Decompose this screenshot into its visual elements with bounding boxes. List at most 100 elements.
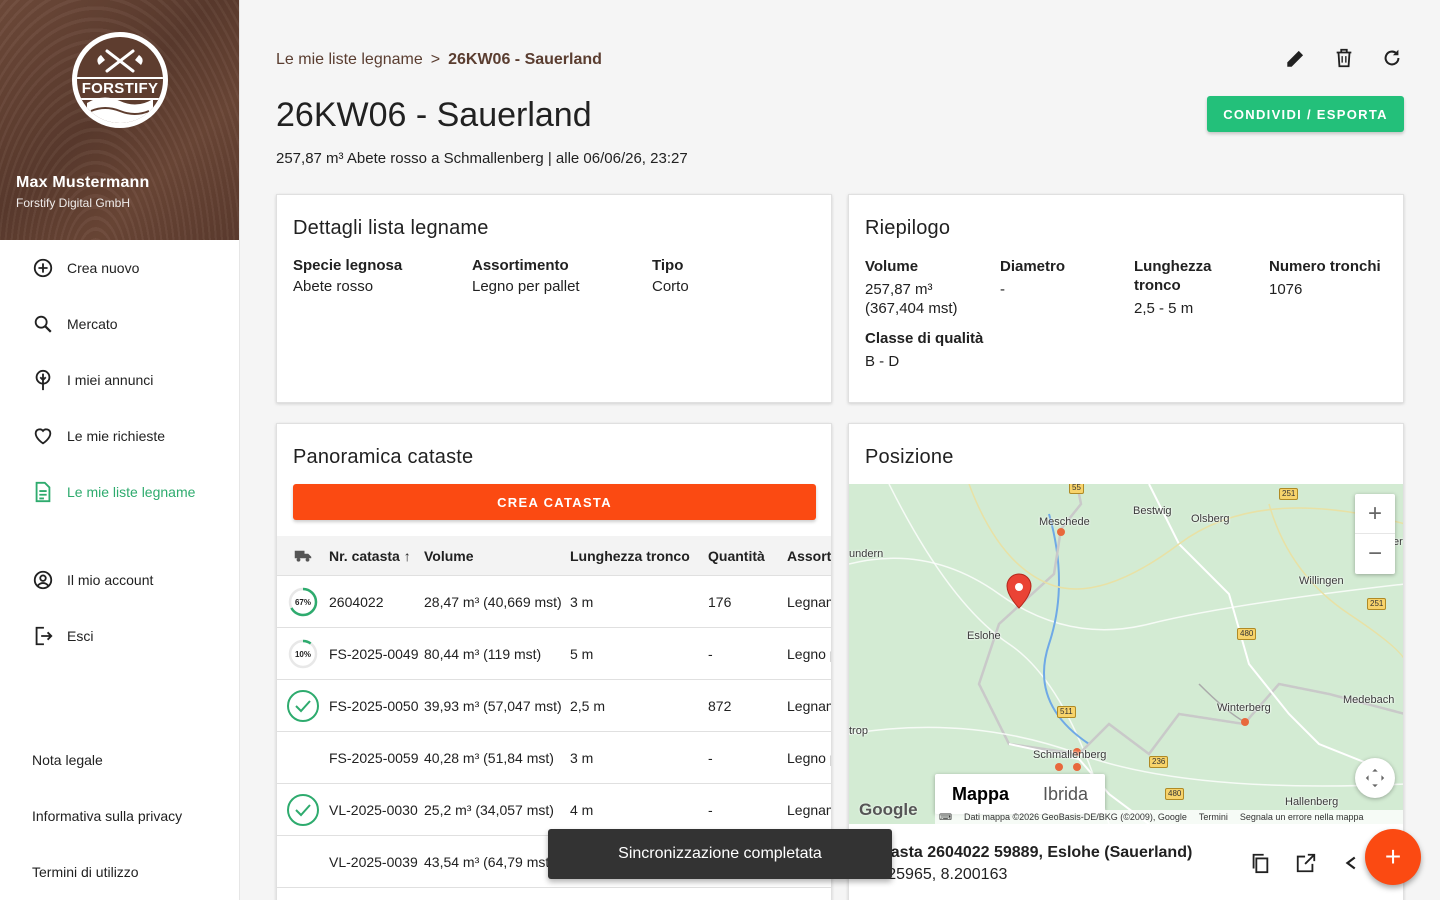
details-card: Dettagli lista legname Specie legnosa Ab… <box>276 194 832 403</box>
table-row[interactable]: FS-2025-0050 39,93 m³ (57,047 mst) 2,5 m 87… <box>277 680 831 732</box>
table-row[interactable]: 10% FS-2025-0049 80,44 m³ (119 mst) 5 m - Leg… <box>277 628 831 680</box>
field-label: Diametro <box>1000 258 1066 275</box>
pile-length: 3 m <box>570 749 594 766</box>
col-qty[interactable]: Quantità <box>708 548 787 564</box>
nav-label: Le mie liste legname <box>67 484 196 500</box>
share-icon[interactable] <box>1341 852 1363 879</box>
field-label: Volume <box>865 258 919 275</box>
field-log-count: Numero tronchi 1076 <box>1269 257 1381 299</box>
copy-icon[interactable] <box>1249 852 1271 879</box>
pile-length: 5 m <box>570 645 594 662</box>
breadcrumb-separator: > <box>430 51 441 68</box>
nav-item-esci[interactable]: Esci <box>0 608 240 664</box>
progress-ring: 67% <box>277 586 329 618</box>
check-circle-icon <box>277 689 329 723</box>
zoom-in-icon[interactable]: + <box>1355 494 1395 534</box>
table-row[interactable]: 67% 2604022 28,47 m³ (40,669 mst) 3 m 176 Leg… <box>277 576 831 628</box>
field-label: Numero tronchi <box>1269 258 1381 275</box>
road-badge: 480 <box>1165 788 1185 800</box>
add-fab-button[interactable]: + <box>1365 829 1421 885</box>
forstify-logo[interactable]: FORSTIFY <box>72 32 168 128</box>
map-type-hybrid[interactable]: Ibrida <box>1026 774 1105 814</box>
road-badge: 251 <box>1367 598 1387 610</box>
road-badge: 236 <box>1149 756 1169 768</box>
breadcrumb: Le mie liste legname > 26KW06 - Sauerlan… <box>276 51 602 69</box>
map-place: Winterberg <box>1217 702 1271 714</box>
delete-icon[interactable] <box>1332 46 1356 70</box>
map-type-toggle: Mappa Ibrida <box>935 774 1106 814</box>
logout-icon <box>31 624 55 648</box>
field-value: B - D <box>865 353 900 370</box>
address-actions <box>1249 852 1363 879</box>
col-nr[interactable]: Nr. catasta ↑ <box>329 548 424 564</box>
add-circle-icon <box>31 256 55 280</box>
table-row[interactable]: FS-2025-0059 40,28 m³ (51,84 mst) 3 m - Legn… <box>277 732 831 784</box>
nav-label: Crea nuovo <box>67 260 140 276</box>
pile-nr: VL-2025-0039 <box>329 853 418 870</box>
field-quality: Classe di qualità B - D <box>865 329 983 371</box>
zoom-out-icon[interactable]: − <box>1355 534 1395 574</box>
col-volume[interactable]: Volume <box>424 548 570 564</box>
fullscreen-icon[interactable] <box>1355 758 1395 798</box>
road-badge: 55 <box>1069 484 1084 494</box>
map-place: Willingen <box>1299 575 1344 587</box>
nav-item-richieste[interactable]: Le mie richieste <box>0 408 240 464</box>
pile-assortment: Legno per pallet <box>787 749 831 766</box>
nav-item-mercato[interactable]: Mercato <box>0 296 240 352</box>
map-type-map[interactable]: Mappa <box>935 774 1026 814</box>
nav-item-annunci[interactable]: I miei annunci <box>0 352 240 408</box>
field-diameter: Diametro - <box>1000 257 1065 299</box>
map-place: Eslohe <box>967 630 1001 642</box>
nav-label: Le mie richieste <box>67 428 166 444</box>
pile-nr: VL-2025-0030 <box>329 801 418 818</box>
pile-address: Catasta 2604022 59889, Eslohe (Sauerland… <box>865 842 1192 886</box>
refresh-icon[interactable] <box>1380 46 1404 70</box>
pile-qty: 176 <box>708 593 732 610</box>
col-length[interactable]: Lunghezza tronco <box>570 548 708 564</box>
field-value: - <box>1000 281 1005 298</box>
share-export-button[interactable]: CONDIVIDI / ESPORTA <box>1207 96 1404 132</box>
footer-links: Nota legale Informativa sulla privacy Te… <box>0 732 240 900</box>
open-external-icon[interactable] <box>1295 852 1317 879</box>
link-termini[interactable]: Termini di utilizzo <box>0 844 240 900</box>
breadcrumb-parent[interactable]: Le mie liste legname <box>276 51 423 69</box>
field-value: 1076 <box>1269 281 1303 298</box>
map-place: Hallenberg <box>1285 796 1339 808</box>
road-badge: 251 <box>1279 488 1299 500</box>
edit-icon[interactable] <box>1284 46 1308 70</box>
attribution-report[interactable]: Segnala un errore nella mappa <box>1240 812 1364 822</box>
nav-item-liste-legname[interactable]: Le mie liste legname <box>0 464 240 520</box>
map-place: Olsberg <box>1191 513 1230 525</box>
pile-assortment: Legno per pallet <box>787 645 831 662</box>
map-place: trop <box>849 725 868 737</box>
main-nav: Crea nuovo Mercato I miei annunci Le mie… <box>0 240 240 664</box>
nav-label: Esci <box>67 628 94 644</box>
create-pile-button[interactable]: CREA CATASTA <box>293 484 816 520</box>
field-value: Abete rosso <box>293 278 374 295</box>
table-header: Nr. catasta ↑ Volume Lunghezza tronco Qu… <box>277 536 831 576</box>
attribution-terms[interactable]: Termini <box>1199 812 1228 822</box>
keyboard-icon[interactable]: ⌨ <box>939 812 952 823</box>
sort-arrow-up-icon[interactable]: ↑ <box>404 548 411 564</box>
truck-icon[interactable] <box>277 549 329 563</box>
map[interactable]: Meschede Bestwig Olsberg undern Willinge… <box>849 484 1403 824</box>
field-value: 257,87 m³ <box>865 281 933 298</box>
col-assortment[interactable]: Assortimento <box>787 548 831 564</box>
map-background <box>849 484 1403 824</box>
link-privacy[interactable]: Informativa sulla privacy <box>0 788 240 844</box>
map-place: undern <box>849 548 884 560</box>
google-logo: Google <box>859 800 918 819</box>
field-type: Tipo Corto <box>652 257 689 295</box>
field-label: Classe di qualità <box>865 330 984 347</box>
check-circle-icon <box>277 793 329 827</box>
plus-icon: + <box>1384 841 1402 872</box>
field-volume: Volume 257,87 m³ (367,404 mst) <box>865 257 958 318</box>
field-label: Specie legnosa <box>293 257 403 274</box>
map-zoom-controls: + − <box>1355 494 1395 574</box>
nav-item-crea-nuovo[interactable]: Crea nuovo <box>0 240 240 296</box>
link-nota-legale[interactable]: Nota legale <box>0 732 240 788</box>
heart-icon <box>31 424 55 448</box>
search-icon <box>31 312 55 336</box>
nav-item-account[interactable]: Il mio account <box>0 552 240 608</box>
pile-qty: - <box>708 749 713 766</box>
